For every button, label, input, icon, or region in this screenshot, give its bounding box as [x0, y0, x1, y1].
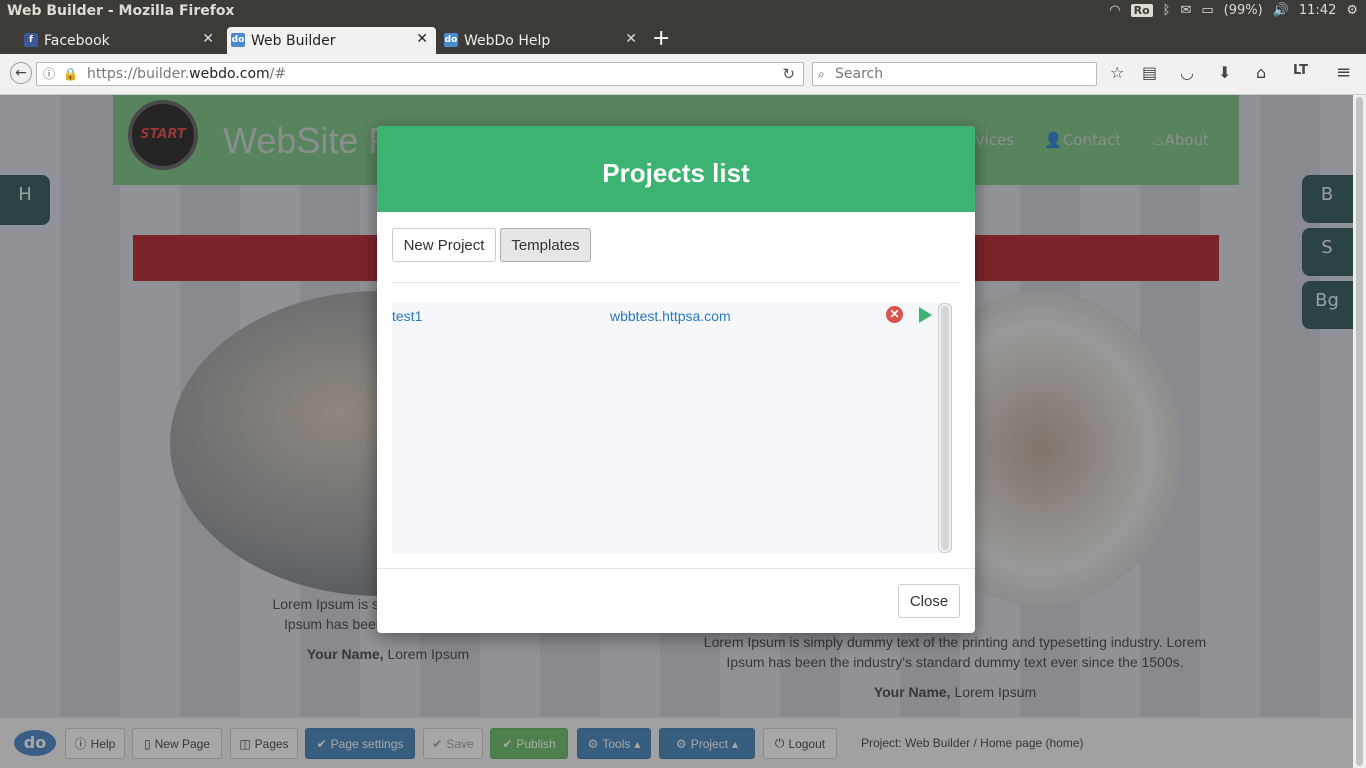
tab-label: WebDo Help [464, 32, 551, 49]
new-tab-plus-icon[interactable]: + [652, 26, 670, 51]
bookmark-star-icon[interactable]: ☆ [1110, 63, 1124, 82]
url-suffix: /# [269, 66, 287, 82]
open-project-play-icon[interactable] [919, 307, 932, 323]
bluetooth-icon[interactable]: ᛒ [1163, 3, 1171, 18]
wifi-icon[interactable]: ◠ [1109, 3, 1120, 18]
divider [377, 568, 975, 569]
lock-icon: 🔒 [63, 67, 78, 81]
close-tab-icon[interactable]: ✕ [202, 31, 214, 47]
info-icon[interactable]: ⓘ [43, 63, 55, 85]
reader-list-icon[interactable]: ▤ [1142, 63, 1157, 82]
page-scrollbar-thumb[interactable] [1356, 97, 1363, 766]
delete-project-icon[interactable]: ✕ [886, 306, 903, 323]
tab-label: Facebook [44, 32, 110, 49]
tab-webdo-help[interactable]: do WebDo Help ✕ [440, 27, 645, 54]
webdo-icon: do [231, 33, 245, 47]
back-arrow-icon[interactable]: ← [10, 62, 32, 84]
battery-percentage[interactable]: (99%) [1224, 3, 1263, 18]
search-icon: ⌕ [818, 67, 825, 81]
keyboard-layout-indicator[interactable]: Ro [1130, 4, 1153, 17]
facebook-icon: f [24, 33, 38, 47]
modal-title: Projects list [377, 126, 975, 212]
download-arrow-icon[interactable]: ⬇ [1218, 63, 1231, 82]
project-name-link[interactable]: test1 [392, 308, 422, 324]
browser-nav-bar: ← ⓘ 🔒 https://builder.webdo.com/# ↻ ⌕ Se… [0, 54, 1366, 95]
projects-list: test1 wbbtest.httpsa.com ✕ [392, 303, 952, 553]
clock[interactable]: 11:42 [1299, 3, 1336, 18]
projects-list-modal: Projects list New Project Templates test… [377, 126, 975, 633]
system-tray: ◠ Ro ᛒ ✉ ▭ (99%) 🔊 11:42 ⚙ [1109, 3, 1358, 18]
templates-button[interactable]: Templates [500, 228, 591, 262]
browser-tab-bar: f Facebook ✕ do Web Builder ✕ do WebDo H… [0, 25, 1366, 54]
tab-facebook[interactable]: f Facebook ✕ [20, 27, 222, 54]
projects-list-scrollbar[interactable] [938, 303, 952, 553]
menu-hamburger-icon[interactable]: ≡ [1336, 62, 1351, 83]
reload-icon[interactable]: ↻ [782, 63, 795, 85]
os-top-bar: Web Builder - Mozilla Firefox ◠ Ro ᛒ ✉ ▭… [0, 0, 1366, 25]
pocket-icon[interactable]: ◡ [1180, 63, 1194, 82]
search-input[interactable]: ⌕ Search [812, 62, 1097, 86]
projects-list-scrollbar-thumb[interactable] [941, 306, 949, 550]
url-bar[interactable]: ⓘ 🔒 https://builder.webdo.com/# ↻ [36, 62, 804, 86]
close-button[interactable]: Close [898, 584, 960, 618]
volume-icon[interactable]: 🔊 [1273, 3, 1289, 18]
page-scrollbar[interactable] [1353, 95, 1366, 768]
battery-icon[interactable]: ▭ [1201, 3, 1213, 18]
url-prefix: https://builder. [87, 66, 190, 82]
window-title: Web Builder - Mozilla Firefox [7, 3, 235, 19]
settings-gear-icon[interactable]: ⚙ [1346, 3, 1358, 18]
new-project-button[interactable]: New Project [392, 228, 496, 262]
mail-icon[interactable]: ✉ [1180, 3, 1191, 18]
divider [392, 282, 960, 283]
project-url-link[interactable]: wbbtest.httpsa.com [610, 308, 731, 324]
url-host: webdo.com [189, 66, 270, 82]
close-tab-icon[interactable]: ✕ [416, 31, 428, 47]
tab-web-builder[interactable]: do Web Builder ✕ [227, 27, 436, 54]
close-tab-icon[interactable]: ✕ [625, 31, 637, 47]
home-icon[interactable]: ⌂ [1256, 63, 1266, 82]
webdo-icon: do [444, 33, 458, 47]
tab-label: Web Builder [251, 32, 336, 49]
languagetool-icon[interactable]: LT [1293, 63, 1308, 78]
search-placeholder: Search [835, 66, 884, 82]
